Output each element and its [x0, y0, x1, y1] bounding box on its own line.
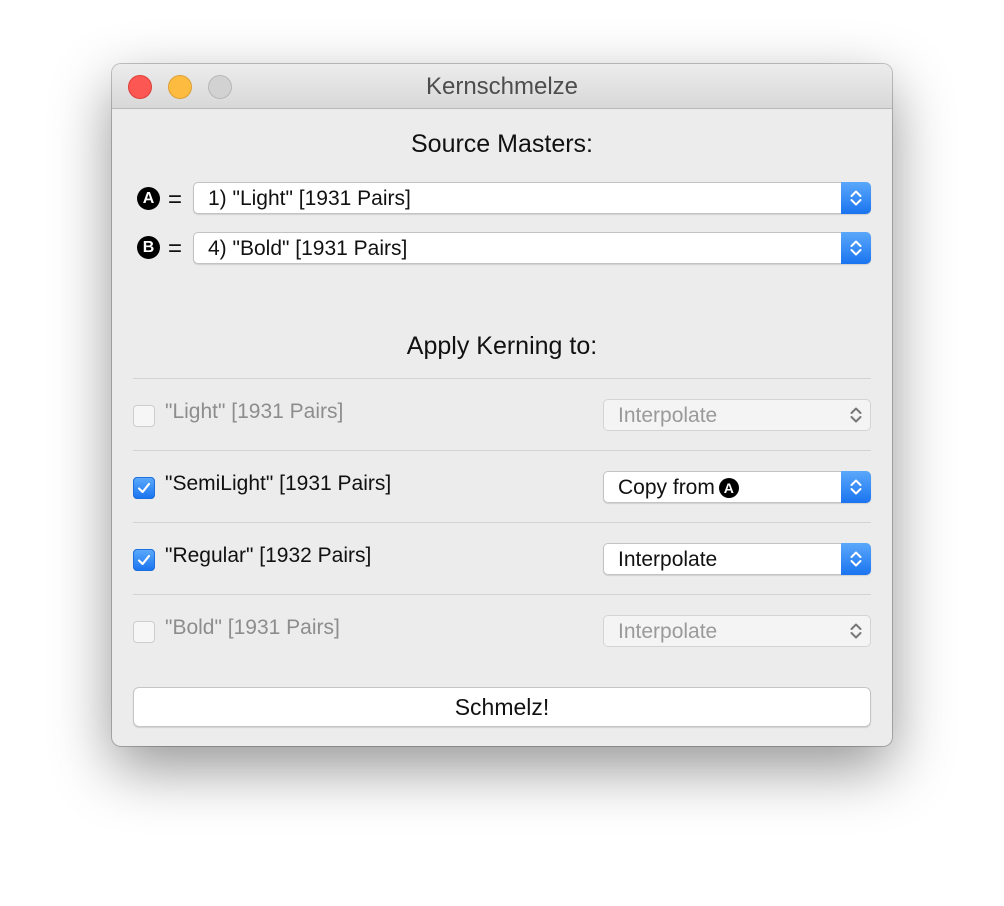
- method-select-bold-value: Interpolate: [618, 620, 718, 643]
- up-down-chevron-icon: [850, 240, 862, 256]
- method-semilight-stepper[interactable]: [841, 471, 871, 503]
- title-bar[interactable]: Kernschmelze: [112, 64, 892, 109]
- apply-kerning-heading: Apply Kerning to:: [406, 332, 598, 360]
- method-select-semilight[interactable]: Copy from A: [603, 471, 871, 503]
- row-label-regular: "Regular" [1932 Pairs]: [165, 544, 372, 567]
- master-b-stepper[interactable]: [841, 232, 871, 264]
- up-down-chevron-icon: [850, 190, 862, 206]
- method-select-light-value: Interpolate: [618, 404, 718, 427]
- master-a-badge-icon: A: [718, 478, 739, 498]
- window-title: Kernschmelze: [425, 73, 579, 100]
- up-down-chevron-icon: [850, 623, 862, 639]
- row-label-light: "Light" [1931 Pairs]: [165, 400, 344, 423]
- source-masters-heading: Source Masters:: [410, 130, 593, 158]
- equals-sign: =: [168, 186, 183, 213]
- schmelz-button[interactable]: Schmelz!: [133, 687, 871, 727]
- kernschmelze-window: Kernschmelze Source Masters: A = 1) "Lig…: [112, 64, 892, 746]
- method-copy-from-text: Copy from: [618, 476, 715, 499]
- master-b-badge-icon: B: [137, 236, 160, 259]
- method-light-stepper[interactable]: [841, 399, 871, 431]
- divider: [133, 594, 871, 595]
- method-select-semilight-value: Copy from A: [618, 472, 739, 503]
- checkmark-icon: [137, 554, 151, 566]
- checkbox-semilight[interactable]: [133, 477, 155, 499]
- method-select-regular-value: Interpolate: [618, 548, 718, 571]
- checkbox-bold[interactable]: [133, 621, 155, 643]
- up-down-chevron-icon: [850, 479, 862, 495]
- master-b-select[interactable]: 4) "Bold" [1931 Pairs]: [193, 232, 871, 264]
- method-select-regular[interactable]: Interpolate: [603, 543, 871, 575]
- checkbox-regular[interactable]: [133, 549, 155, 571]
- divider: [133, 450, 871, 451]
- up-down-chevron-icon: [850, 407, 862, 423]
- method-bold-stepper[interactable]: [841, 615, 871, 647]
- up-down-chevron-icon: [850, 551, 862, 567]
- master-b-select-value: 4) "Bold" [1931 Pairs]: [208, 237, 408, 260]
- row-label-semilight: "SemiLight" [1931 Pairs]: [165, 472, 392, 495]
- checkbox-light[interactable]: [133, 405, 155, 427]
- master-a-stepper[interactable]: [841, 182, 871, 214]
- method-select-bold[interactable]: Interpolate: [603, 615, 871, 647]
- checkmark-icon: [137, 482, 151, 494]
- method-regular-stepper[interactable]: [841, 543, 871, 575]
- master-a-select[interactable]: 1) "Light" [1931 Pairs]: [193, 182, 871, 214]
- equals-sign: =: [168, 235, 183, 262]
- divider: [133, 522, 871, 523]
- divider: [133, 378, 871, 379]
- master-a-select-value: 1) "Light" [1931 Pairs]: [208, 187, 411, 210]
- master-a-badge-icon: A: [137, 187, 160, 210]
- row-label-bold: "Bold" [1931 Pairs]: [165, 616, 340, 639]
- method-select-light[interactable]: Interpolate: [603, 399, 871, 431]
